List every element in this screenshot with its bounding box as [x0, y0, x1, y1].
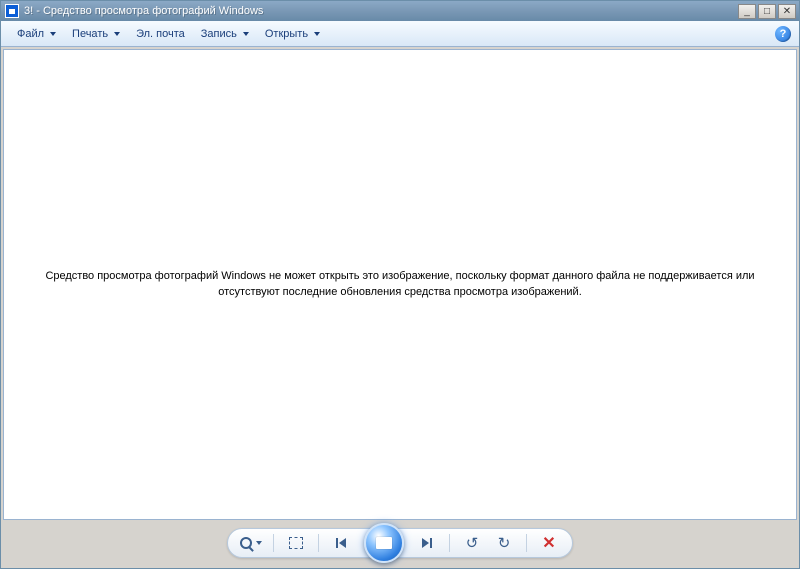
help-button[interactable]: ?	[775, 26, 791, 42]
close-icon: ✕	[783, 6, 791, 17]
chevron-down-icon	[256, 541, 262, 545]
delete-icon: ✕	[542, 533, 555, 553]
separator	[318, 534, 319, 552]
rotate-ccw-icon: ↺	[466, 534, 479, 552]
next-button[interactable]	[414, 532, 440, 554]
chevron-down-icon	[50, 32, 56, 36]
window-title: 3! - Средство просмотра фотографий Windo…	[24, 5, 263, 17]
minimize-button[interactable]: _	[738, 4, 756, 19]
actual-size-button[interactable]	[283, 532, 309, 554]
control-strip: ↺ ↻ ✕	[227, 528, 573, 558]
bottom-toolbar: ↺ ↻ ✕	[3, 520, 797, 566]
minimize-icon: _	[744, 6, 750, 17]
content: Средство просмотра фотографий Windows не…	[1, 47, 799, 568]
menu-email[interactable]: Эл. почта	[128, 25, 193, 43]
photo-viewer-window: 3! - Средство просмотра фотографий Windo…	[0, 0, 800, 569]
viewer-area: Средство просмотра фотографий Windows не…	[3, 49, 797, 520]
slideshow-button[interactable]	[364, 523, 404, 563]
slideshow-icon	[376, 537, 392, 549]
error-message: Средство просмотра фотографий Windows не…	[30, 269, 770, 301]
separator	[449, 534, 450, 552]
menu-print[interactable]: Печать	[64, 25, 128, 43]
window-controls: _ □ ✕	[738, 4, 796, 19]
app-icon	[5, 4, 19, 18]
chevron-down-icon	[314, 32, 320, 36]
menu-print-label: Печать	[72, 28, 108, 40]
close-button[interactable]: ✕	[778, 4, 796, 19]
magnifier-icon	[240, 537, 252, 549]
triangle-left-icon	[339, 538, 346, 548]
menu-open-label: Открыть	[265, 28, 308, 40]
title-bar: 3! - Средство просмотра фотографий Windo…	[1, 1, 799, 21]
delete-button[interactable]: ✕	[536, 532, 562, 554]
chevron-down-icon	[114, 32, 120, 36]
help-icon: ?	[780, 28, 787, 40]
bar-icon	[336, 538, 338, 548]
chevron-down-icon	[243, 32, 249, 36]
menu-bar: Файл Печать Эл. почта Запись Открыть ?	[1, 21, 799, 47]
menu-file[interactable]: Файл	[9, 25, 64, 43]
zoom-button[interactable]	[238, 532, 264, 554]
separator	[526, 534, 527, 552]
maximize-icon: □	[764, 6, 770, 17]
previous-button[interactable]	[328, 532, 354, 554]
rotate-cw-icon: ↻	[498, 534, 511, 552]
rotate-cw-button[interactable]: ↻	[491, 532, 517, 554]
menu-email-label: Эл. почта	[136, 28, 185, 40]
fit-icon	[289, 537, 303, 549]
maximize-button[interactable]: □	[758, 4, 776, 19]
menu-file-label: Файл	[17, 28, 44, 40]
rotate-ccw-button[interactable]: ↺	[459, 532, 485, 554]
menu-open[interactable]: Открыть	[257, 25, 328, 43]
triangle-right-icon	[422, 538, 429, 548]
bar-icon	[430, 538, 432, 548]
menu-burn[interactable]: Запись	[193, 25, 257, 43]
menu-burn-label: Запись	[201, 28, 237, 40]
separator	[273, 534, 274, 552]
